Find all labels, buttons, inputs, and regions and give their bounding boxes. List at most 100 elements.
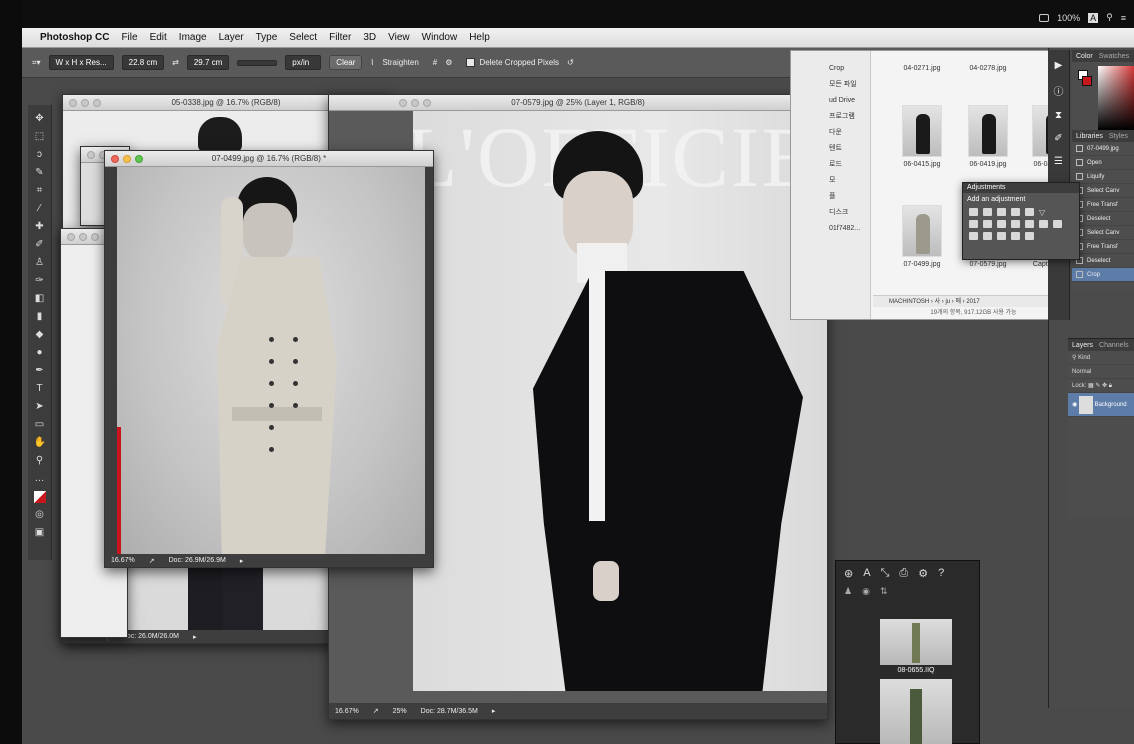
sidebar-item[interactable]: 디스크 — [829, 205, 870, 221]
minimize-icon[interactable] — [411, 99, 419, 107]
file-item[interactable]: 04-0271.jpg — [899, 65, 945, 72]
info-icon[interactable]: ⓘ — [1048, 83, 1069, 98]
blend-mode-select[interactable]: Normal — [1068, 365, 1134, 379]
tab-swatches[interactable]: Swatches — [1099, 53, 1129, 60]
move-tool-icon[interactable]: ✥ — [34, 113, 46, 125]
file-item[interactable]: 06-0415.jpg — [899, 105, 945, 168]
aperture-icon[interactable]: ⊛ — [844, 567, 853, 580]
resolution-input[interactable] — [237, 59, 278, 66]
marquee-tool-icon[interactable]: ⬚ — [34, 131, 46, 143]
pen-tool-icon[interactable]: ✒ — [34, 365, 46, 377]
posterize-icon[interactable] — [983, 232, 992, 240]
print-icon[interactable]: ⎙ — [899, 567, 908, 580]
history-item[interactable]: Free Transf — [1072, 240, 1134, 254]
sidebar-item[interactable]: 01f7482... — [829, 221, 870, 237]
straighten-icon[interactable]: ⌇ — [370, 58, 374, 67]
export-icon[interactable]: ↗ — [373, 707, 379, 715]
eyedropper-icon[interactable]: ⁄ — [34, 203, 46, 215]
black-white-icon[interactable] — [997, 220, 1006, 228]
close-icon[interactable] — [399, 99, 407, 107]
channel-mixer-icon[interactable] — [1025, 220, 1034, 228]
type-tool-icon[interactable]: T — [34, 383, 46, 395]
arrows-icon[interactable]: ⤡ — [881, 567, 890, 580]
delete-cropped-checkbox[interactable]: Delete Cropped Pixels — [466, 58, 559, 68]
vibrance-icon[interactable]: ▽ — [1039, 208, 1048, 217]
crop-preset-select[interactable]: W x H x Res... — [48, 55, 114, 70]
history-item[interactable]: Liquify — [1072, 170, 1134, 184]
selective-color-icon[interactable] — [1011, 232, 1020, 240]
path-item[interactable]: MACHINTOSH — [889, 299, 929, 305]
settings-gear-icon[interactable]: ⚙ — [918, 567, 928, 580]
swap-icon[interactable]: ⇄ — [172, 58, 179, 67]
status-arrow-icon[interactable]: ▸ — [492, 707, 496, 715]
path-select-icon[interactable]: ➤ — [34, 401, 46, 413]
minimize-icon[interactable] — [79, 233, 87, 241]
zoom-level[interactable]: 16.67% — [111, 557, 135, 564]
history-item[interactable]: Select Canv — [1072, 184, 1134, 198]
sidebar-item[interactable]: 모든 파일 — [829, 77, 870, 93]
menu-icon[interactable]: ≡ — [1121, 13, 1126, 23]
help-icon[interactable]: ? — [938, 567, 944, 580]
status-arrow-icon[interactable]: ▸ — [240, 557, 244, 565]
menu-file[interactable]: File — [121, 32, 137, 43]
file-item[interactable]: 07-0499.jpg — [899, 205, 945, 268]
tab-libraries[interactable]: Libraries — [1076, 133, 1103, 140]
capture-preview[interactable] — [880, 679, 952, 744]
sidebar-item[interactable]: 프로그램 — [829, 109, 870, 125]
capture-preview[interactable] — [880, 619, 952, 665]
dodge-tool-icon[interactable]: ● — [34, 347, 46, 359]
path-item[interactable]: 사 — [935, 299, 941, 305]
crop-width-input[interactable]: 22.8 cm — [121, 55, 165, 70]
checkbox-icon[interactable] — [466, 58, 476, 68]
color-swatch-icon[interactable] — [33, 491, 46, 503]
sidebar-item[interactable]: 다운 — [829, 125, 870, 141]
close-icon[interactable] — [67, 233, 75, 241]
zoom-icon[interactable] — [91, 233, 99, 241]
app-menu[interactable]: Photoshop CC — [40, 32, 109, 43]
tab-styles[interactable]: Styles — [1109, 133, 1128, 140]
straighten-button[interactable]: Straighten — [382, 58, 418, 67]
input-source-badge[interactable]: A — [1088, 12, 1099, 23]
invert-icon[interactable] — [969, 232, 978, 240]
zoom-tool-icon[interactable]: ⚲ — [34, 455, 46, 467]
menu-type[interactable]: Type — [256, 32, 278, 43]
history-item[interactable]: Select Canv — [1072, 226, 1134, 240]
photo-filter-icon[interactable] — [1011, 220, 1020, 228]
threshold-icon[interactable] — [997, 232, 1006, 240]
document-window-07-0499[interactable]: 07-0499.jpg @ 16.7% (RGB/8) * 16.67% ↗ Do… — [104, 150, 434, 568]
sidebar-item[interactable]: 모 — [829, 173, 870, 189]
menu-filter[interactable]: Filter — [329, 32, 351, 43]
history-item[interactable]: Open — [1072, 156, 1134, 170]
properties-icon[interactable]: ☰ — [1048, 156, 1069, 167]
menu-select[interactable]: Select — [289, 32, 317, 43]
lookup-grid-icon[interactable] — [1053, 220, 1062, 228]
hue-saturation-icon[interactable] — [969, 220, 978, 228]
gradient-icon[interactable] — [1025, 232, 1034, 240]
sidebar-item[interactable]: Crop — [829, 61, 870, 77]
menu-window[interactable]: Window — [422, 32, 458, 43]
tab-layers[interactable]: Layers — [1072, 342, 1093, 349]
curves-icon[interactable] — [997, 208, 1006, 216]
close-icon[interactable] — [69, 99, 77, 107]
eye-icon[interactable]: ◉ — [862, 586, 870, 597]
history-item-selected[interactable]: Crop — [1072, 268, 1134, 282]
resolution-unit-select[interactable]: px/in — [285, 55, 322, 70]
play-icon[interactable]: ▶ — [1048, 60, 1069, 71]
minimize-icon[interactable] — [123, 155, 131, 163]
screen-mode-icon[interactable]: ▣ — [34, 527, 46, 539]
quick-mask-icon[interactable]: ◎ — [34, 509, 46, 521]
history-icon[interactable]: ⧗ — [1048, 110, 1069, 121]
more-tools-icon[interactable]: … — [34, 473, 46, 485]
menu-3d[interactable]: 3D — [363, 32, 376, 43]
sidebar-item[interactable]: 플 — [829, 189, 870, 205]
close-icon[interactable] — [111, 155, 119, 163]
history-snapshot[interactable]: 07-0499.jpg — [1072, 142, 1134, 156]
zoom-level[interactable]: 16.67% — [335, 708, 359, 715]
user-icon[interactable]: ♟ — [844, 586, 852, 597]
window-titlebar[interactable]: 07-0499.jpg @ 16.7% (RGB/8) * — [105, 151, 433, 167]
color-balance-icon[interactable] — [983, 220, 992, 228]
menu-edit[interactable]: Edit — [150, 32, 167, 43]
window-titlebar[interactable]: 07-0579.jpg @ 25% (Layer 1, RGB/8) — [329, 95, 827, 111]
path-item[interactable]: 메 — [955, 299, 961, 305]
tab-color[interactable]: Color — [1076, 53, 1093, 60]
